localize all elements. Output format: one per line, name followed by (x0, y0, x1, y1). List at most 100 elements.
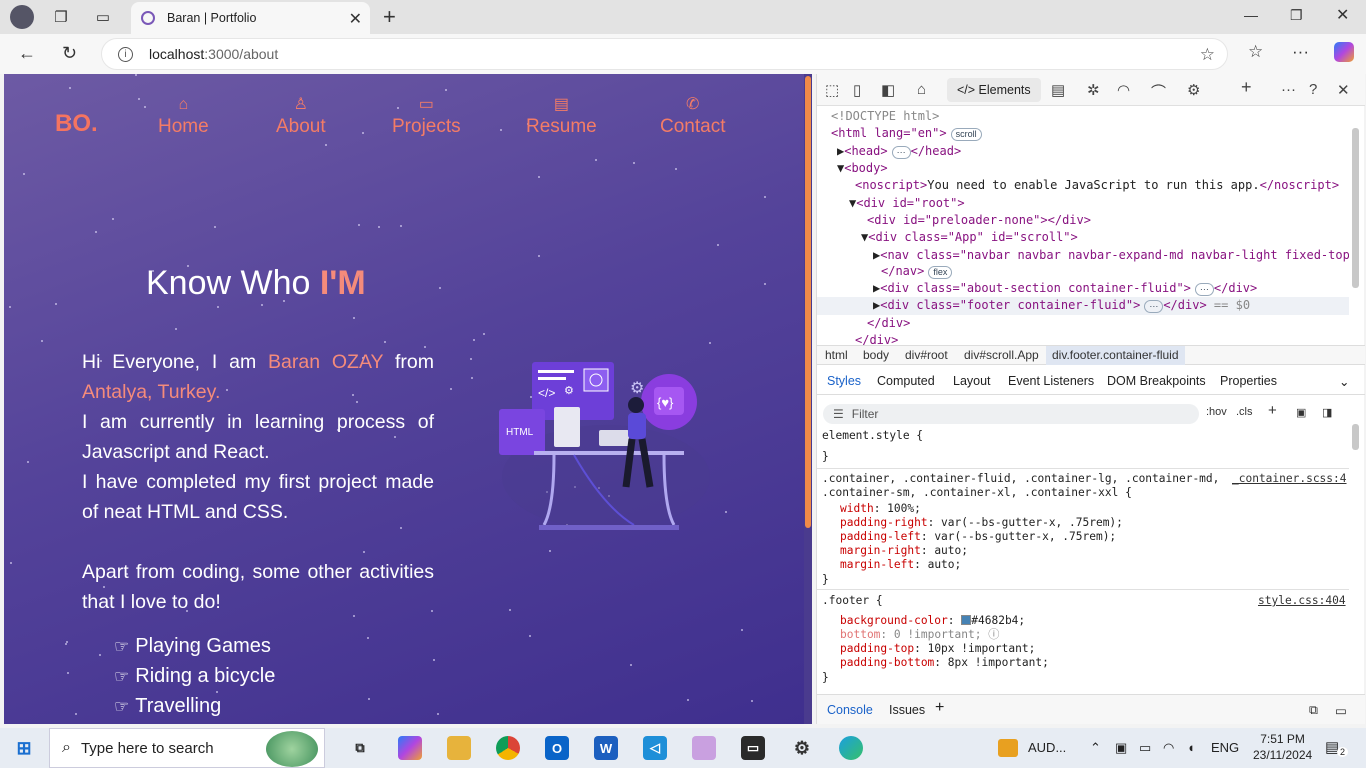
nav-resume[interactable]: ▤ Resume (526, 94, 597, 138)
css-prop[interactable]: padding-bottom: 8px !important; (840, 656, 1049, 670)
outlook-icon[interactable]: O (545, 736, 569, 760)
chrome-icon[interactable] (496, 736, 520, 760)
container-source-link[interactable]: _container.scss:4 (1232, 472, 1347, 486)
crumb-root[interactable]: div#root (905, 348, 948, 362)
chevron-down-icon[interactable]: ⌄ (1339, 374, 1349, 389)
tray-app-label[interactable]: AUD... (1028, 740, 1066, 755)
tray-app-icon[interactable] (998, 739, 1018, 757)
tab-actions-icon[interactable]: ▭ (92, 6, 114, 28)
css-prop[interactable]: padding-top: 10px !important; (840, 642, 1035, 656)
tab-styles[interactable]: Styles (827, 374, 861, 388)
crumb-html[interactable]: html (825, 348, 848, 362)
dom-head[interactable]: ▶<head> ··· </head> (837, 143, 961, 161)
battery-icon[interactable]: ▭ (1139, 740, 1151, 756)
ellipsis-badge[interactable]: ··· (891, 146, 911, 159)
dom-nav[interactable]: ▶<nav class="navbar navbar navbar-expand… (873, 247, 1349, 265)
close-tab-icon[interactable]: ✕ (349, 9, 362, 29)
inspect-element-icon[interactable]: ⬚ (825, 81, 839, 99)
task-view-icon[interactable]: ⧉ (348, 736, 372, 760)
address-bar[interactable]: i localhost:3000/about ☆ (101, 38, 1228, 70)
crumb-app[interactable]: div#scroll.App (964, 348, 1039, 362)
help-icon[interactable]: ? (1309, 81, 1317, 98)
container-selector-line-1[interactable]: .container, .container-fluid, .container… (822, 472, 1219, 486)
close-window-icon[interactable]: ✕ (1336, 5, 1349, 25)
settings-gear-icon[interactable]: ⚙ (1187, 81, 1200, 99)
add-panel-icon[interactable]: + (1241, 77, 1252, 98)
taskbar-clock[interactable]: 7:51 PM 23/11/2024 (1253, 731, 1312, 763)
css-prop-inactive[interactable]: bottom: 0 !important; ⓘ (840, 628, 999, 642)
container-selector-line-2[interactable]: .container-sm, .container-xl, .container… (822, 486, 1132, 500)
ellipsis-badge[interactable]: ··· (1144, 300, 1164, 313)
tray-device-icon[interactable]: ▣ (1115, 740, 1127, 756)
nav-home[interactable]: ⌂ Home (158, 94, 209, 138)
minimize-icon[interactable]: — (1244, 7, 1258, 23)
css-prop[interactable]: margin-right: auto; (840, 544, 968, 558)
edge-icon[interactable] (839, 736, 863, 760)
volume-icon[interactable]: ◖ (1187, 740, 1195, 755)
css-prop[interactable]: margin-left: auto; (840, 558, 961, 572)
crumb-body[interactable]: body (863, 348, 889, 362)
undock-drawer-icon[interactable]: ⧉ (1309, 703, 1318, 718)
show-hidden-icons-chevron[interactable]: ⌃ (1090, 740, 1101, 756)
info-icon[interactable]: ⓘ (988, 628, 999, 641)
add-drawer-tab-icon[interactable]: + (935, 699, 944, 717)
page-scrollbar-thumb[interactable] (805, 76, 811, 528)
welcome-home-icon[interactable]: ⌂ (917, 81, 926, 98)
footer-source-link[interactable]: style.css:404 (1258, 594, 1346, 608)
element-style-rule[interactable]: element.style { (822, 429, 923, 443)
dom-footer-selected[interactable]: ▶<div class="footer container-fluid"> ···… (817, 297, 1349, 315)
dock-side-icon[interactable]: ◧ (881, 81, 895, 99)
nav-about[interactable]: ♙ About (276, 94, 326, 138)
drawer-tab-console[interactable]: Console (827, 703, 873, 717)
tab-portfolio[interactable]: Baran | Portfolio ✕ (131, 2, 370, 34)
language-indicator[interactable]: ENG (1211, 740, 1239, 755)
windows-start-icon[interactable]: ⊞ (12, 736, 36, 760)
terminal-icon[interactable]: ▭ (741, 736, 765, 760)
site-logo[interactable]: BO. (55, 110, 98, 138)
site-info-icon[interactable]: i (118, 46, 133, 62)
favorite-star-icon[interactable]: ☆ (1200, 45, 1215, 65)
copilot-app-icon[interactable] (398, 736, 422, 760)
settings-icon[interactable]: ⚙ (790, 736, 814, 760)
dom-scrollbar[interactable] (1352, 128, 1359, 288)
dom-doctype[interactable]: <!DOCTYPE html> (831, 108, 939, 126)
css-prop[interactable]: padding-left: var(--bs-gutter-x, .75rem)… (840, 530, 1116, 544)
word-icon[interactable]: W (594, 736, 618, 760)
hover-state-toggle[interactable]: :hov (1206, 406, 1227, 418)
tab-layout[interactable]: Layout (953, 374, 991, 388)
new-rule-icon[interactable]: + (1268, 402, 1277, 419)
dom-body[interactable]: ▼<body> (837, 160, 888, 178)
class-toggle[interactable]: .cls (1236, 406, 1253, 418)
css-prop[interactable]: padding-right: var(--bs-gutter-x, .75rem… (840, 516, 1123, 530)
refresh-icon[interactable]: ↻ (62, 43, 77, 64)
tab-elements[interactable]: </> Elements (947, 78, 1041, 102)
close-drawer-icon[interactable]: ▭ (1335, 703, 1347, 718)
close-devtools-icon[interactable]: ✕ (1337, 81, 1350, 99)
ellipsis-badge[interactable]: ··· (1194, 283, 1214, 296)
dom-preloader[interactable]: <div id="preloader-none"></div> (867, 212, 1091, 230)
device-toolbar-icon[interactable]: ▯ (853, 81, 861, 99)
nav-contact[interactable]: ✆ Contact (660, 94, 725, 138)
sources-bug-icon[interactable]: ✲ (1087, 81, 1100, 99)
flex-badge[interactable]: flex (928, 266, 953, 279)
more-menu-icon[interactable]: ··· (1292, 42, 1309, 62)
vscode-icon[interactable]: ◁ (643, 736, 667, 760)
css-prop[interactable]: background-color: #4682b4; (840, 614, 1025, 628)
dom-root-close[interactable]: </div> (855, 332, 898, 346)
tab-event-listeners[interactable]: Event Listeners (1008, 374, 1094, 388)
nav-projects[interactable]: ▭ Projects (392, 94, 461, 138)
tab-dom-breakpoints[interactable]: DOM Breakpoints (1107, 374, 1206, 388)
dom-noscript[interactable]: <noscript>You need to enable JavaScript … (855, 177, 1339, 195)
dom-html[interactable]: <html lang="en"> scroll (831, 125, 982, 143)
color-swatch[interactable] (961, 615, 972, 625)
more-options-icon[interactable]: ··· (1281, 81, 1296, 98)
dom-root[interactable]: ▼<div id="root"> (849, 195, 965, 213)
paint-icon[interactable] (692, 736, 716, 760)
dom-app[interactable]: ▼<div class="App" id="scroll"> (861, 229, 1078, 247)
footer-selector[interactable]: .footer { (822, 594, 883, 608)
scroll-badge[interactable]: scroll (950, 128, 982, 141)
styles-filter-input[interactable]: ☰ Filter (823, 404, 1199, 424)
tab-computed[interactable]: Computed (877, 374, 935, 388)
profile-avatar[interactable] (10, 5, 34, 29)
maximize-icon[interactable]: ❐ (1290, 7, 1303, 24)
